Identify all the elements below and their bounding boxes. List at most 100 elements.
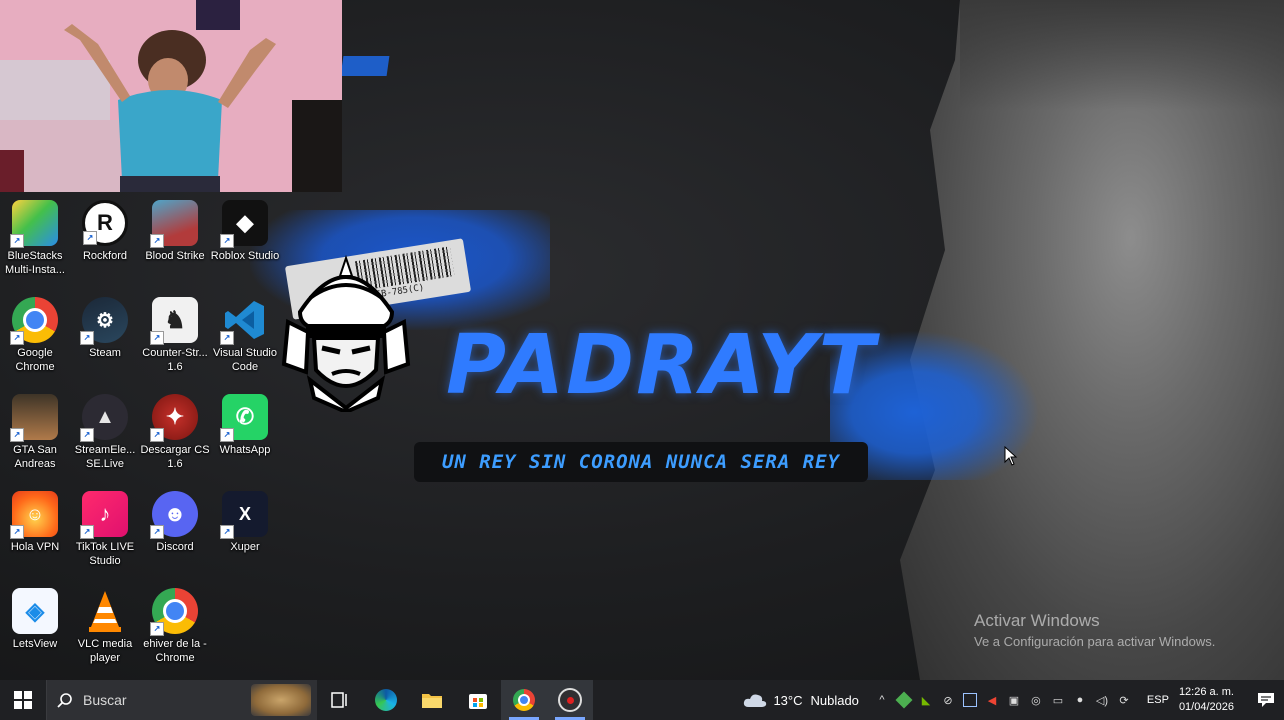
desktop-icon-descargar-cs[interactable]: ✦ ↗ Descargar CS 1.6 [140, 390, 210, 471]
chevron-up-icon[interactable]: ^ [873, 691, 891, 709]
tray-app-icon[interactable]: ◀ [983, 691, 1001, 709]
desktop-icon-gta-san-andreas[interactable]: ↗ GTA San Andreas [0, 390, 70, 471]
weather-condition: Nublado [810, 692, 859, 708]
desktop-icon-label: StreamEle... SE.Live [74, 444, 136, 470]
letsview-icon: ◈ [12, 588, 58, 634]
desktop-icon-whatsapp[interactable]: ✆ ↗ WhatsApp [210, 390, 280, 457]
taskbar-clock[interactable]: 12:26 a. m. 01/04/2026 [1179, 685, 1234, 715]
desktop-icon-label: Counter-Str... 1.6 [142, 347, 208, 373]
rockford-icon: R ↗ [82, 200, 128, 246]
tray-app-icon[interactable] [961, 691, 979, 709]
cloud-icon [744, 694, 767, 707]
task-view-button[interactable] [317, 680, 363, 720]
samurai-helmet-logo [281, 254, 411, 412]
paint-splash [340, 56, 390, 76]
counter-strike-icon: ♞ ↗ [150, 297, 198, 345]
desktop-icon-xuper[interactable]: X ↗ Xuper [210, 487, 280, 554]
taskbar-app-file-explorer[interactable] [409, 680, 455, 720]
blood-strike-icon: ↗ [150, 200, 198, 248]
desktop-icon-rockford[interactable]: R ↗ Rockford [70, 196, 140, 263]
taskbar-app-obs[interactable] [547, 680, 593, 720]
webcam-scene [0, 0, 342, 192]
desktop-icon-bluestacks[interactable]: ↗ BlueStacks Multi-Insta... [0, 196, 70, 277]
desktop-icon-grid: ↗ BlueStacks Multi-Insta... ↗ Google Chr… [0, 196, 280, 676]
desktop-icon-label: Visual Studio Code [212, 347, 277, 373]
desktop-icon-label: VLC media player [77, 638, 133, 664]
desktop-icon-google-chrome[interactable]: ↗ Google Chrome [0, 293, 70, 374]
search-icon [57, 693, 72, 708]
brand-slogan: UN REY SIN CORONA NUNCA SERA REY [414, 442, 868, 482]
desktop-icon-label: GTA San Andreas [13, 444, 57, 470]
activate-title: Activar Windows [974, 611, 1100, 630]
desktop-icon-label: LetsView [12, 638, 58, 650]
desktop-icon-hola-vpn[interactable]: ☺ ↗ Hola VPN [0, 487, 70, 554]
printer-icon[interactable]: ▣ [1005, 691, 1023, 709]
desktop-icon-label: Rockford [82, 250, 128, 262]
clock-time: 12:26 a. m. [1178, 686, 1234, 698]
taskbar: Buscar 13°C Nublado ^ ◣ ⊘ ◀ ▣ ◎ ▭ ● ◁) ⟳… [0, 680, 1284, 720]
desktop-icon-vlc[interactable]: VLC media player [70, 584, 140, 665]
gta-icon: ↗ [10, 394, 58, 442]
tray-app-icon[interactable]: ◎ [1027, 691, 1045, 709]
chrome-icon: ↗ [150, 588, 198, 636]
desktop-icon-steam[interactable]: ⚙ ↗ Steam [70, 293, 140, 360]
whatsapp-icon: ✆ ↗ [220, 394, 268, 442]
steam-icon: ⚙ ↗ [80, 297, 128, 345]
desktop-icon-label: Descargar CS 1.6 [140, 444, 210, 470]
input-language[interactable]: ESP [1147, 694, 1169, 706]
desktop-icon-label: Hola VPN [10, 541, 60, 553]
taskbar-search-box[interactable]: Buscar [46, 680, 317, 720]
desktop-icon-label: Blood Strike [145, 250, 205, 262]
desktop-icon-label: WhatsApp [219, 444, 271, 456]
volume-icon[interactable]: ◁) [1093, 691, 1111, 709]
desktop-icon-label: Roblox Studio [210, 250, 280, 262]
desktop-icon-label: Discord [156, 541, 194, 553]
obs-icon [558, 688, 582, 712]
microphone-icon[interactable]: ● [1071, 691, 1089, 709]
file-explorer-icon [422, 694, 442, 708]
desktop-icon-counter-strike[interactable]: ♞ ↗ Counter-Str... 1.6 [140, 293, 210, 374]
tray-app-icon[interactable]: ⟳ [1115, 691, 1133, 709]
vscode-icon: ↗ [220, 297, 268, 345]
clock-date: 01/04/2026 [1178, 701, 1234, 713]
tray-app-icon[interactable] [895, 691, 913, 709]
chrome-icon: ↗ [10, 297, 58, 345]
wifi-off-icon[interactable]: ⊘ [939, 691, 957, 709]
xuper-icon: X ↗ [220, 491, 268, 539]
cs-download-icon: ✦ ↗ [150, 394, 198, 442]
desktop-icon-chrome-profile[interactable]: ↗ ehiver de la - Chrome [140, 584, 210, 665]
streamelements-icon: ▲ ↗ [80, 394, 128, 442]
activate-subtitle: Ve a Configuración para activar Windows. [974, 634, 1216, 649]
desktop-icon-tiktok-live-studio[interactable]: ♪ ↗ TikTok LIVE Studio [70, 487, 140, 568]
taskbar-app-store[interactable] [455, 680, 501, 720]
desktop-icon-letsview[interactable]: ◈ LetsView [0, 584, 70, 651]
taskbar-app-edge[interactable] [363, 680, 409, 720]
store-icon [469, 694, 487, 709]
notification-icon [1258, 693, 1274, 707]
desktop-icon-label: BlueStacks Multi-Insta... [5, 250, 65, 276]
desktop-icon-roblox-studio[interactable]: ◆ ↗ Roblox Studio [210, 196, 280, 263]
windows-logo-icon [14, 691, 32, 709]
system-tray: ^ ◣ ⊘ ◀ ▣ ◎ ▭ ● ◁) ⟳ [873, 691, 1133, 709]
notification-center-button[interactable] [1248, 680, 1284, 720]
start-button[interactable] [0, 680, 46, 720]
webcam-overlay [0, 0, 342, 192]
brand-title: PADRAYT [446, 318, 877, 413]
search-placeholder: Buscar [83, 692, 127, 708]
desktop-icon-discord[interactable]: ☻ ↗ Discord [140, 487, 210, 554]
taskbar-app-chrome[interactable] [501, 680, 547, 720]
nvidia-icon[interactable]: ◣ [917, 691, 935, 709]
weather-widget[interactable]: 13°C Nublado [743, 692, 859, 708]
desktop-icon-label: Xuper [230, 541, 260, 553]
desktop-icon-blood-strike[interactable]: ↗ Blood Strike [140, 196, 210, 263]
discord-icon: ☻ ↗ [150, 491, 198, 539]
desktop-icon-streamelements[interactable]: ▲ ↗ StreamEle... SE.Live [70, 390, 140, 471]
desktop-icon-vscode[interactable]: ↗ Visual Studio Code [210, 293, 280, 374]
tiktok-live-icon: ♪ ↗ [80, 491, 128, 539]
chrome-icon [513, 689, 535, 711]
desktop-icon-label: Google Chrome [15, 347, 55, 373]
mouse-cursor-icon [1004, 446, 1018, 466]
desktop-icon-label: ehiver de la - Chrome [143, 638, 207, 664]
network-icon[interactable]: ▭ [1049, 691, 1067, 709]
desktop-icon-label: Steam [89, 347, 121, 359]
